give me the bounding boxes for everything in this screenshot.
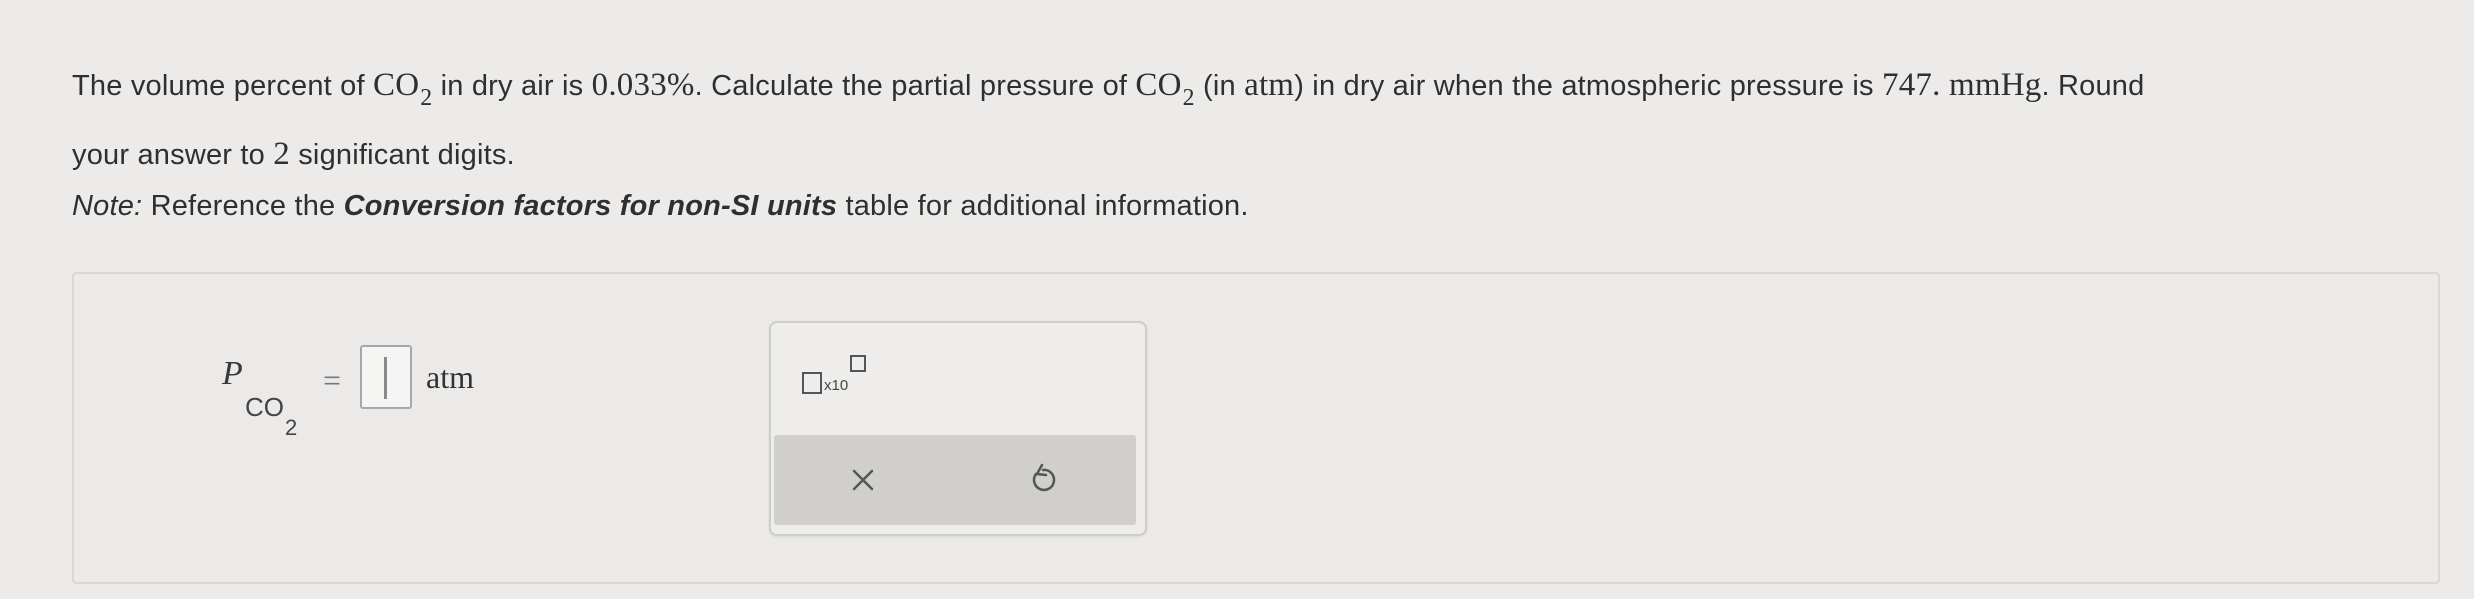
mantissa-box-icon xyxy=(802,372,822,394)
co2-formula-main: CO xyxy=(373,67,420,103)
close-icon xyxy=(852,469,874,491)
note-text-b: table for additional information. xyxy=(837,190,1249,222)
question-text-part6: . Round xyxy=(2041,70,2145,102)
question-text-part2: in dry air is xyxy=(432,70,592,102)
pressure-value: 747. mmHg xyxy=(1882,67,2042,103)
question-text: The volume percent of CO2 in dry air is … xyxy=(72,52,2452,188)
question-line-1: The volume percent of CO2 in dry air is … xyxy=(72,52,2452,121)
question-line-2: your answer to 2 significant digits. xyxy=(72,121,2452,188)
toolbox-action-bar xyxy=(774,435,1136,525)
note-label: Note: xyxy=(72,190,143,222)
question-text-line2-b: significant digits. xyxy=(289,139,515,171)
answer-symbol-subscript: CO xyxy=(245,392,284,422)
answer-symbol: P xyxy=(222,355,243,392)
scientific-notation-button[interactable]: x10 xyxy=(800,355,872,403)
answer-unit: atm xyxy=(426,359,474,395)
times-ten-label: x10 xyxy=(824,377,849,394)
clear-button[interactable] xyxy=(845,462,881,498)
conversion-factors-link[interactable]: Conversion factors for non-SI units xyxy=(344,190,838,222)
volume-percent-value: 0.033% xyxy=(591,67,695,103)
equals-sign: = xyxy=(323,362,342,398)
text-cursor xyxy=(384,357,387,399)
question-text-part5: ) in dry air when the atmospheric pressu… xyxy=(1294,70,1883,102)
atm-unit-text: atm xyxy=(1244,67,1295,103)
significant-digits-value: 2 xyxy=(273,136,290,172)
co2-formula-2-subscript: 2 xyxy=(1182,84,1195,111)
answer-input[interactable] xyxy=(360,345,412,409)
question-text-part3: . Calculate the partial pressure of xyxy=(694,70,1136,102)
co2-formula-subscript: 2 xyxy=(420,84,433,111)
answer-symbol-subsubscript: 2 xyxy=(285,415,298,440)
co2-formula-2-main: CO xyxy=(1135,67,1182,103)
exponent-box-icon xyxy=(850,355,866,372)
note-text: Note: Reference the Conversion factors f… xyxy=(72,190,1249,223)
question-text-part1: The volume percent of xyxy=(72,70,373,102)
answer-panel xyxy=(72,272,2440,584)
co2-formula-2: CO2 xyxy=(1135,67,1194,111)
question-text-part4: (in xyxy=(1194,70,1245,102)
undo-icon xyxy=(1032,463,1056,492)
question-text-line2-a: your answer to xyxy=(72,139,274,171)
co2-formula: CO2 xyxy=(373,67,432,111)
note-text-a: Reference the xyxy=(142,190,344,222)
undo-button[interactable] xyxy=(1025,462,1061,498)
